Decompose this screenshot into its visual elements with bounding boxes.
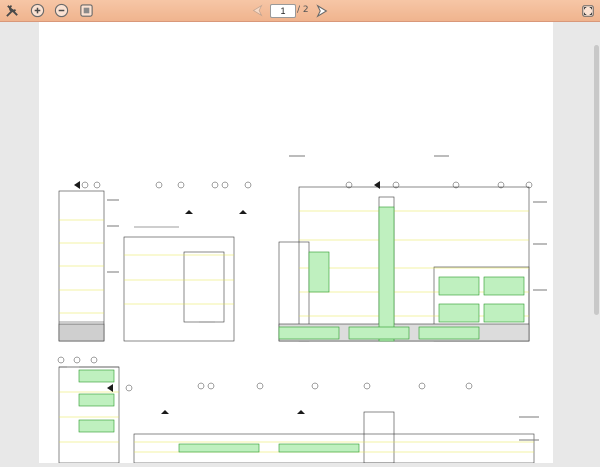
previous-page-button[interactable] bbox=[248, 1, 267, 20]
scrollbar-thumb[interactable] bbox=[594, 45, 599, 315]
fit-page-icon bbox=[80, 4, 93, 17]
next-page-button[interactable] bbox=[312, 1, 331, 20]
viewer-toolbar: / 2 bbox=[0, 0, 600, 22]
architectural-elevation-drawing bbox=[57, 155, 547, 464]
fullscreen-button[interactable] bbox=[578, 1, 597, 20]
zoom-out-icon bbox=[54, 3, 69, 18]
zoom-out-button[interactable] bbox=[52, 1, 71, 20]
previous-page-icon bbox=[252, 4, 263, 17]
document-page bbox=[39, 22, 553, 464]
zoom-in-button[interactable] bbox=[28, 1, 47, 20]
next-page-icon bbox=[315, 3, 327, 18]
tools-button[interactable] bbox=[3, 1, 22, 20]
fullscreen-icon bbox=[581, 4, 594, 17]
page-number-input[interactable] bbox=[270, 4, 296, 18]
fit-page-button[interactable] bbox=[77, 1, 96, 20]
zoom-in-icon bbox=[30, 3, 45, 18]
page-total: / 2 bbox=[297, 5, 309, 15]
tools-icon bbox=[6, 4, 18, 17]
